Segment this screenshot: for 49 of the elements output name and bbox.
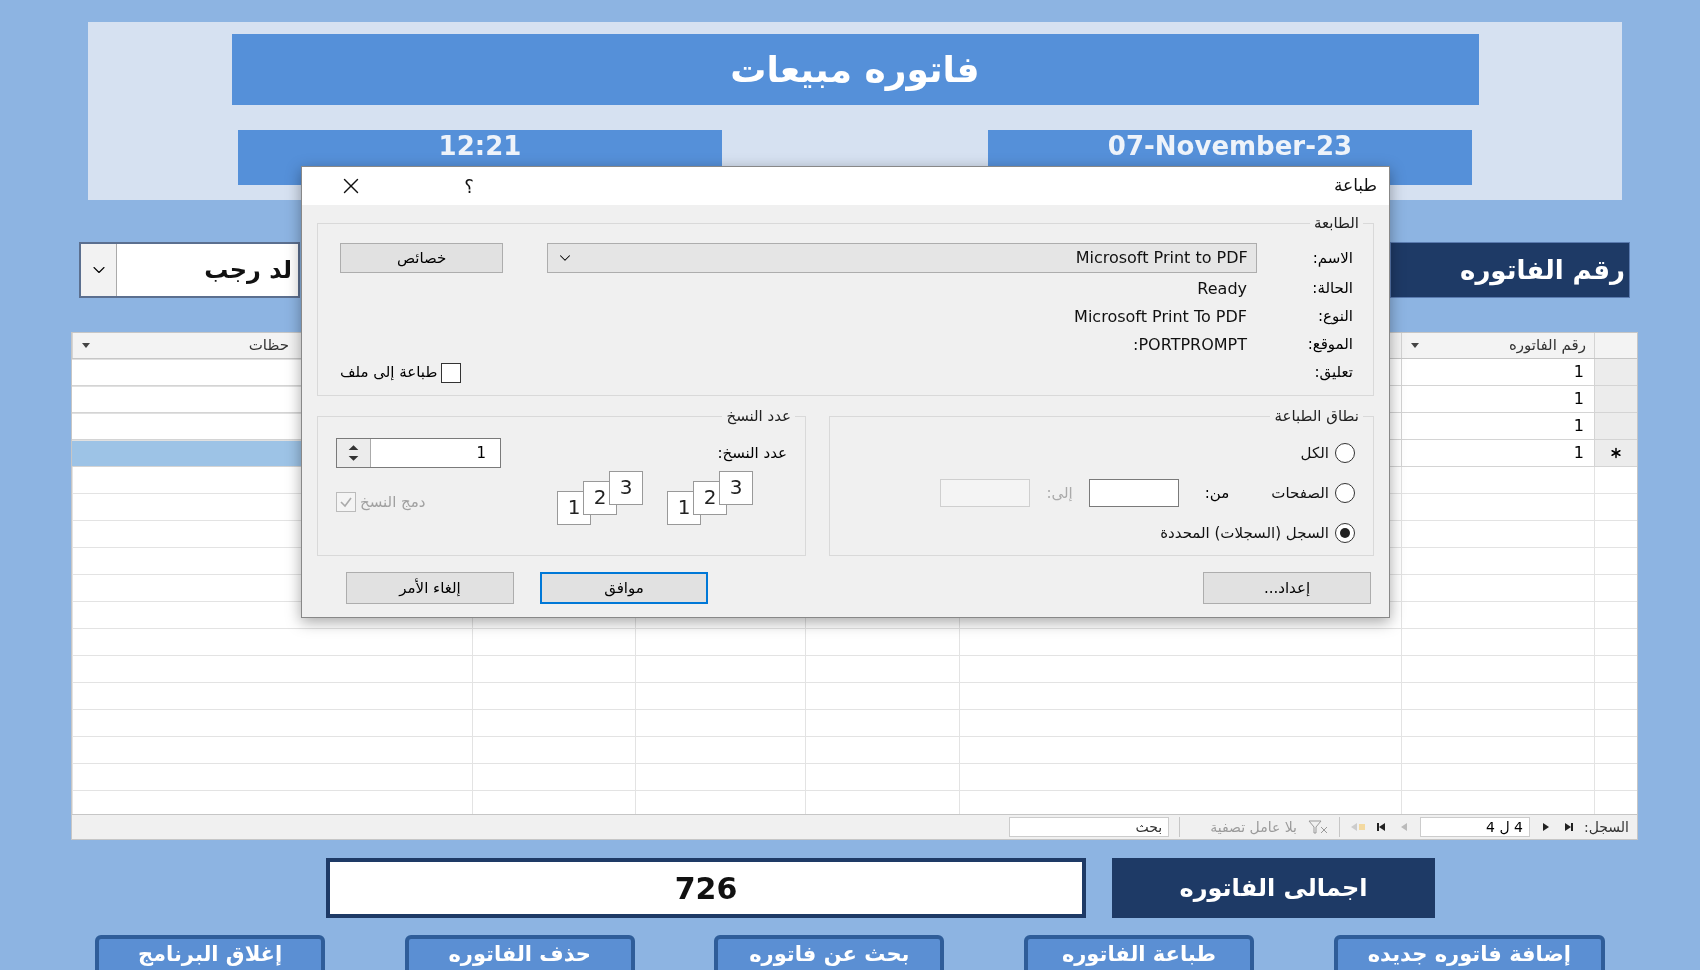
field-value: Ready (1197, 277, 1248, 300)
copies-spinner[interactable]: 1 (336, 438, 501, 468)
dialog-button[interactable]: إعداد... (1203, 572, 1371, 604)
from-page-field[interactable] (1088, 479, 1179, 507)
record-label: السجل: (1584, 817, 1629, 837)
field-value: Microsoft Print To PDF (1074, 305, 1248, 328)
column-header[interactable]: حظات (81, 334, 464, 357)
dialog-button[interactable]: موافق (540, 572, 708, 604)
total-label: اجمالى الفاتوره (1112, 858, 1435, 918)
checkbox-label: دمج النسخ (360, 491, 426, 513)
radio-label: السجل (السجلات) المحددة (1160, 522, 1329, 544)
invoice-number-label: رقم الفاتوره (1390, 242, 1630, 298)
field-label: النوع: (1316, 306, 1353, 328)
field-label: عدد النسخ: (717, 442, 788, 464)
spin-arrows-icon[interactable] (337, 439, 371, 467)
radio-label: الصفحات (1271, 482, 1329, 504)
first-record-icon[interactable] (1562, 821, 1574, 833)
table-cell: 1 (1401, 359, 1594, 385)
properties-button[interactable]: خصائص (340, 243, 504, 273)
field-label: الموقع: (1306, 334, 1353, 356)
table-cell: 1 (1401, 413, 1594, 439)
record-position-field[interactable]: 4 ل 4 (1420, 817, 1530, 837)
field-label: من: (1204, 482, 1230, 504)
field-label: الحالة: (1311, 278, 1353, 300)
last-record-icon[interactable] (1376, 821, 1388, 833)
dropdown-arrow-icon[interactable] (1410, 342, 1420, 349)
column-header[interactable]: رقم الفاتوره (1410, 334, 1586, 357)
checkmark-icon (339, 495, 353, 509)
printer-dropdown[interactable]: Microsoft Print to PDF (547, 243, 1257, 273)
radio-label: الكل (1300, 442, 1329, 464)
total-value: 726 (326, 858, 1086, 918)
search-field[interactable]: بحث (1009, 817, 1170, 837)
table-cell: 1 (1401, 386, 1594, 412)
funnel-icon (1307, 819, 1329, 835)
title-banner: فاتوره مبيعات (231, 34, 1479, 105)
table-cell: 1 (1401, 440, 1594, 466)
field-label: إلى: (1046, 482, 1073, 504)
invoice-dropdown[interactable]: لد رجب (79, 242, 300, 298)
field-label: الاسم: (1311, 247, 1353, 269)
row-selector[interactable] (1594, 440, 1637, 466)
radio-button[interactable] (1335, 443, 1355, 463)
checkbox[interactable] (441, 362, 462, 383)
field-value: PORTPROMPT: (1133, 333, 1248, 356)
radio-button[interactable] (1335, 483, 1355, 503)
checkbox-label: طباعة إلى ملف (340, 362, 438, 384)
radio-button[interactable] (1335, 523, 1355, 543)
dialog-button[interactable]: إلغاء الأمر (346, 572, 514, 604)
dropdown-arrow-icon[interactable] (81, 342, 91, 349)
field-label: تعليق: (1313, 362, 1353, 384)
